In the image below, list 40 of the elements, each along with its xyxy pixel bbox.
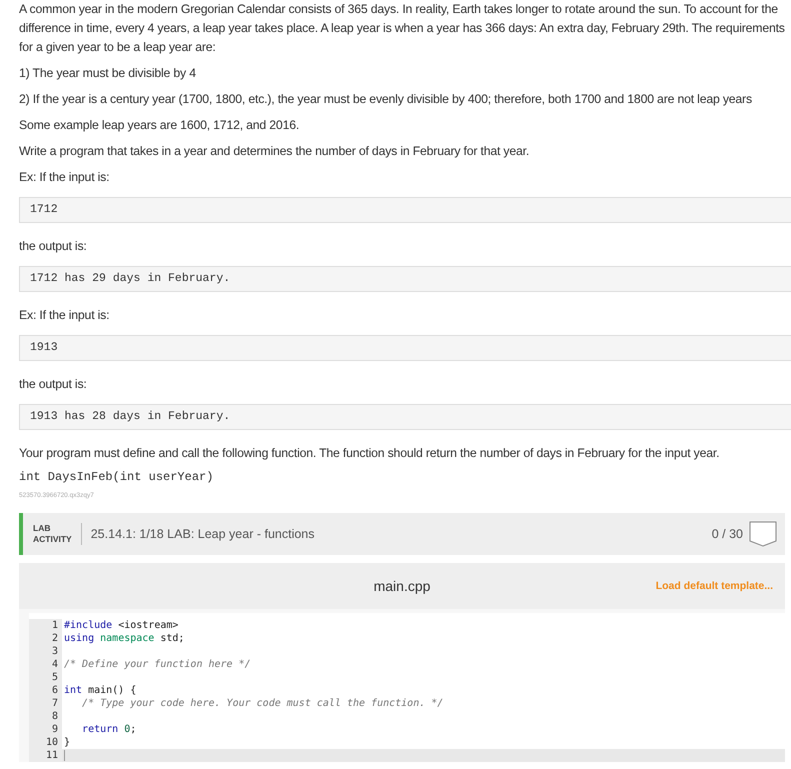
line-number: 2 — [29, 632, 62, 645]
line-number: 3 — [29, 645, 62, 658]
code-line: /* Define your function here */ — [64, 658, 251, 671]
line-number: 10 — [29, 736, 62, 749]
paragraph: Your program must define and call the following function. The function should return the number of days in February for the input year. — [19, 445, 720, 462]
paragraph: Ex: If the input is: — [19, 169, 110, 186]
code-line: return 0; — [81, 723, 136, 736]
line-number: 8 — [29, 710, 62, 723]
line-number: 7 — [29, 697, 62, 710]
file-name: main.cpp — [374, 578, 430, 594]
paragraph: 1) The year must be divisible by 4 — [19, 65, 197, 82]
code-line: #include <iostream> — [64, 619, 178, 632]
line-number: 1 — [29, 619, 62, 632]
code-sample: 1712 has 29 days in February. — [19, 266, 791, 292]
function-signature: int DaysInFeb(int userYear) — [19, 470, 214, 484]
code-line: /* Type your code here. Your code must call the function. */ — [81, 697, 444, 710]
paragraph: Write a program that takes in a year and determines the number of days in February for that year. — [19, 143, 530, 160]
code-line: } — [64, 736, 70, 749]
score: 0 / 30 — [712, 527, 743, 541]
line-number: 6 — [29, 684, 62, 697]
code-line: using namespace std; — [64, 632, 184, 645]
activity-label: ACTIVITY — [33, 534, 72, 545]
paragraph: 2) If the year is a century year (1700, 1800, etc.), the year must be evenly divisible by 400; therefore, both 1700 and 1800 are not leap years — [19, 91, 753, 108]
paragraph: the output is: — [19, 376, 88, 393]
line-number: 9 — [29, 723, 62, 736]
code-line: int main() { — [64, 684, 136, 697]
shield-icon — [749, 521, 777, 547]
paragraph: Some example leap years are 1600, 1712, and 2016. — [19, 117, 300, 134]
code-sample: 1913 — [19, 335, 791, 361]
lab-title: 25.14.1: 1/18 LAB: Leap year - functions — [90, 527, 316, 541]
paragraph: A common year in the modern Gregorian Calendar consists of 365 days. In reality, Earth takes longer to rotate around the sun. To account for the difference in time, every 4 years, a leap year takes place. A leap year is when a year has 366 days: An extra day, February 29th. The requirements for a given year to be a leap year are: — [19, 1, 786, 56]
line-number: 4 — [29, 658, 62, 671]
text-cursor — [64, 750, 65, 761]
paragraph: Ex: If the input is: — [19, 307, 110, 324]
code-editor[interactable]: 1 #include <iostream> 2 using namespace std; 3 4 /* Define your function here */ 5 6 int main() { 7 /* Type your code here. Your code must call the function. */ 8 9 return 0; 10 } 11 — [29, 613, 785, 762]
line-number: 5 — [29, 671, 62, 684]
paragraph: the output is: — [19, 238, 88, 255]
code-sample: 1712 — [19, 197, 791, 223]
code-sample: 1913 has 28 days in February. — [19, 404, 791, 430]
lab-label: LAB — [33, 523, 52, 534]
